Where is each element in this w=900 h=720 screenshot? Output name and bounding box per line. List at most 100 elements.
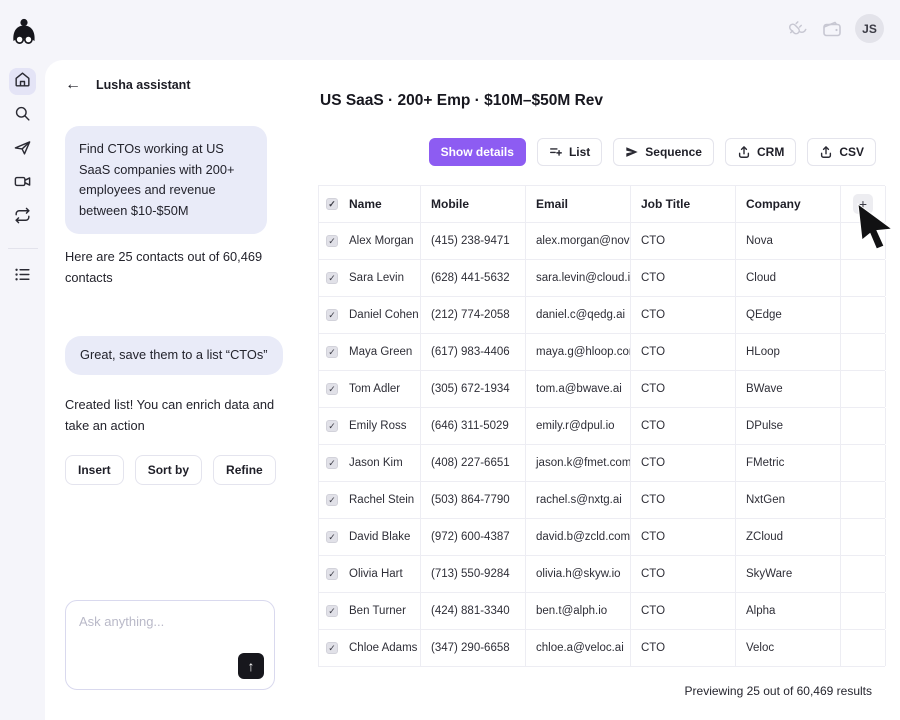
crm-export-button[interactable]: CRM — [725, 138, 796, 166]
video-camera-icon — [13, 172, 32, 196]
table-row[interactable]: ✓ David Blake (972) 600-4387 david.b@zcl… — [319, 519, 885, 556]
table-row[interactable]: ✓ Rachel Stein (503) 864-7790 rachel.s@n… — [319, 482, 885, 519]
cell-mobile: (713) 550-9284 — [421, 556, 526, 592]
cell-mobile: (212) 774-2058 — [421, 297, 526, 333]
show-details-button[interactable]: Show details — [429, 138, 526, 166]
chat-title: Lusha assistant — [96, 78, 190, 92]
row-checkbox[interactable]: ✓ — [326, 235, 338, 247]
cell-company: Alpha — [736, 593, 841, 629]
row-checkbox[interactable]: ✓ — [326, 568, 338, 580]
row-checkbox[interactable]: ✓ — [326, 309, 338, 321]
user-avatar[interactable]: JS — [855, 14, 884, 43]
row-checkbox[interactable]: ✓ — [326, 642, 338, 654]
table-body: ✓ Alex Morgan (415) 238-9471 alex.morgan… — [319, 223, 885, 667]
cell-name: Daniel Cohen — [349, 309, 419, 321]
list-plus-icon — [549, 145, 563, 159]
back-arrow-icon[interactable]: ← — [65, 77, 81, 93]
chat-input[interactable] — [66, 601, 274, 657]
cell-company: FMetric — [736, 445, 841, 481]
table-row[interactable]: ✓ Sara Levin (628) 441-5632 sara.levin@c… — [319, 260, 885, 297]
table-row[interactable]: ✓ Ben Turner (424) 881-3340 ben.t@alph.i… — [319, 593, 885, 630]
wallet-icon[interactable] — [821, 18, 843, 40]
cell-company: ZCloud — [736, 519, 841, 555]
cell-email: alex.morgan@nova.io — [526, 223, 631, 259]
csv-export-button[interactable]: CSV — [807, 138, 876, 166]
chat-message-assistant: Here are 25 contacts out of 60,469 conta… — [65, 247, 281, 288]
insert-button[interactable]: Insert — [65, 455, 124, 485]
sidebar-item-search[interactable] — [9, 102, 36, 129]
table-row[interactable]: ✓ Daniel Cohen (212) 774-2058 daniel.c@q… — [319, 297, 885, 334]
table-row[interactable]: ✓ Olivia Hart (713) 550-9284 olivia.h@sk… — [319, 556, 885, 593]
search-icon — [13, 104, 32, 128]
table-row[interactable]: ✓ Emily Ross (646) 311-5029 emily.r@dpul… — [319, 408, 885, 445]
cell-name: Chloe Adams — [349, 642, 417, 654]
arrow-up-icon: ↑ — [248, 658, 255, 674]
row-checkbox[interactable]: ✓ — [326, 457, 338, 469]
cell-company: DPulse — [736, 408, 841, 444]
sidebar — [0, 60, 45, 720]
sidebar-item-send[interactable] — [9, 136, 36, 163]
sidebar-item-lists[interactable] — [9, 263, 36, 290]
table-row[interactable]: ✓ Jason Kim (408) 227-6651 jason.k@fmet.… — [319, 445, 885, 482]
row-checkbox[interactable]: ✓ — [326, 531, 338, 543]
cell-mobile: (503) 864-7790 — [421, 482, 526, 518]
cell-email: chloe.a@veloc.ai — [526, 630, 631, 666]
cell-email: jason.k@fmet.com — [526, 445, 631, 481]
sidebar-item-repeat[interactable] — [9, 204, 36, 231]
cell-email: emily.r@dpul.io — [526, 408, 631, 444]
repeat-icon — [13, 206, 32, 230]
header-email: Email — [526, 186, 631, 222]
row-checkbox[interactable]: ✓ — [326, 420, 338, 432]
lusha-mascot-icon[interactable] — [10, 18, 38, 50]
row-checkbox[interactable]: ✓ — [326, 346, 338, 358]
row-checkbox[interactable]: ✓ — [326, 272, 338, 284]
upload-icon — [819, 145, 833, 159]
chat-quick-actions: Insert Sort by Refine — [65, 455, 276, 485]
results-table: ✓ Name Mobile Email Job Title Company + … — [318, 185, 885, 667]
cell-name: Alex Morgan — [349, 235, 414, 247]
cell-email: david.b@zcld.com — [526, 519, 631, 555]
row-checkbox[interactable]: ✓ — [326, 605, 338, 617]
sort-by-button[interactable]: Sort by — [135, 455, 202, 485]
add-column-button[interactable]: + — [853, 194, 873, 214]
cell-name: Ben Turner — [349, 605, 406, 617]
plug-icon[interactable] — [787, 18, 809, 40]
header-name: ✓ Name — [319, 186, 421, 222]
table-row[interactable]: ✓ Alex Morgan (415) 238-9471 alex.morgan… — [319, 223, 885, 260]
chat-message-assistant: Created list! You can enrich data and ta… — [65, 395, 279, 436]
select-all-checkbox[interactable]: ✓ — [326, 198, 338, 210]
cell-company: Nova — [736, 223, 841, 259]
sequence-button[interactable]: Sequence — [613, 138, 714, 166]
cell-email: sara.levin@cloud.io — [526, 260, 631, 296]
chat-panel: ← Lusha assistant Find CTOs working at U… — [45, 60, 293, 720]
refine-button[interactable]: Refine — [213, 455, 276, 485]
table-row[interactable]: ✓ Maya Green (617) 983-4406 maya.g@hloop… — [319, 334, 885, 371]
cell-company: NxtGen — [736, 482, 841, 518]
cell-email: tom.a@bwave.ai — [526, 371, 631, 407]
cell-mobile: (347) 290-6658 — [421, 630, 526, 666]
list-button[interactable]: List — [537, 138, 602, 166]
header-company: Company — [736, 186, 841, 222]
topbar-actions: JS — [787, 14, 884, 43]
row-checkbox[interactable]: ✓ — [326, 494, 338, 506]
cell-name: Jason Kim — [349, 457, 403, 469]
header-job-title: Job Title — [631, 186, 736, 222]
sidebar-item-video[interactable] — [9, 170, 36, 197]
cell-mobile: (415) 238-9471 — [421, 223, 526, 259]
cell-name: Emily Ross — [349, 420, 407, 432]
row-checkbox[interactable]: ✓ — [326, 383, 338, 395]
cell-job-title: CTO — [631, 297, 736, 333]
chat-header: ← Lusha assistant — [65, 77, 190, 93]
cell-email: maya.g@hloop.com — [526, 334, 631, 370]
cell-company: SkyWare — [736, 556, 841, 592]
sidebar-item-home[interactable] — [9, 68, 36, 95]
send-button[interactable]: ↑ — [238, 653, 264, 679]
table-row[interactable]: ✓ Chloe Adams (347) 290-6658 chloe.a@vel… — [319, 630, 885, 667]
cell-mobile: (617) 983-4406 — [421, 334, 526, 370]
cell-name: Rachel Stein — [349, 494, 414, 506]
table-row[interactable]: ✓ Tom Adler (305) 672-1934 tom.a@bwave.a… — [319, 371, 885, 408]
paper-plane-icon — [625, 145, 639, 159]
chat-input-container: ↑ — [65, 600, 275, 690]
cell-mobile: (628) 441-5632 — [421, 260, 526, 296]
cell-name: Tom Adler — [349, 383, 400, 395]
